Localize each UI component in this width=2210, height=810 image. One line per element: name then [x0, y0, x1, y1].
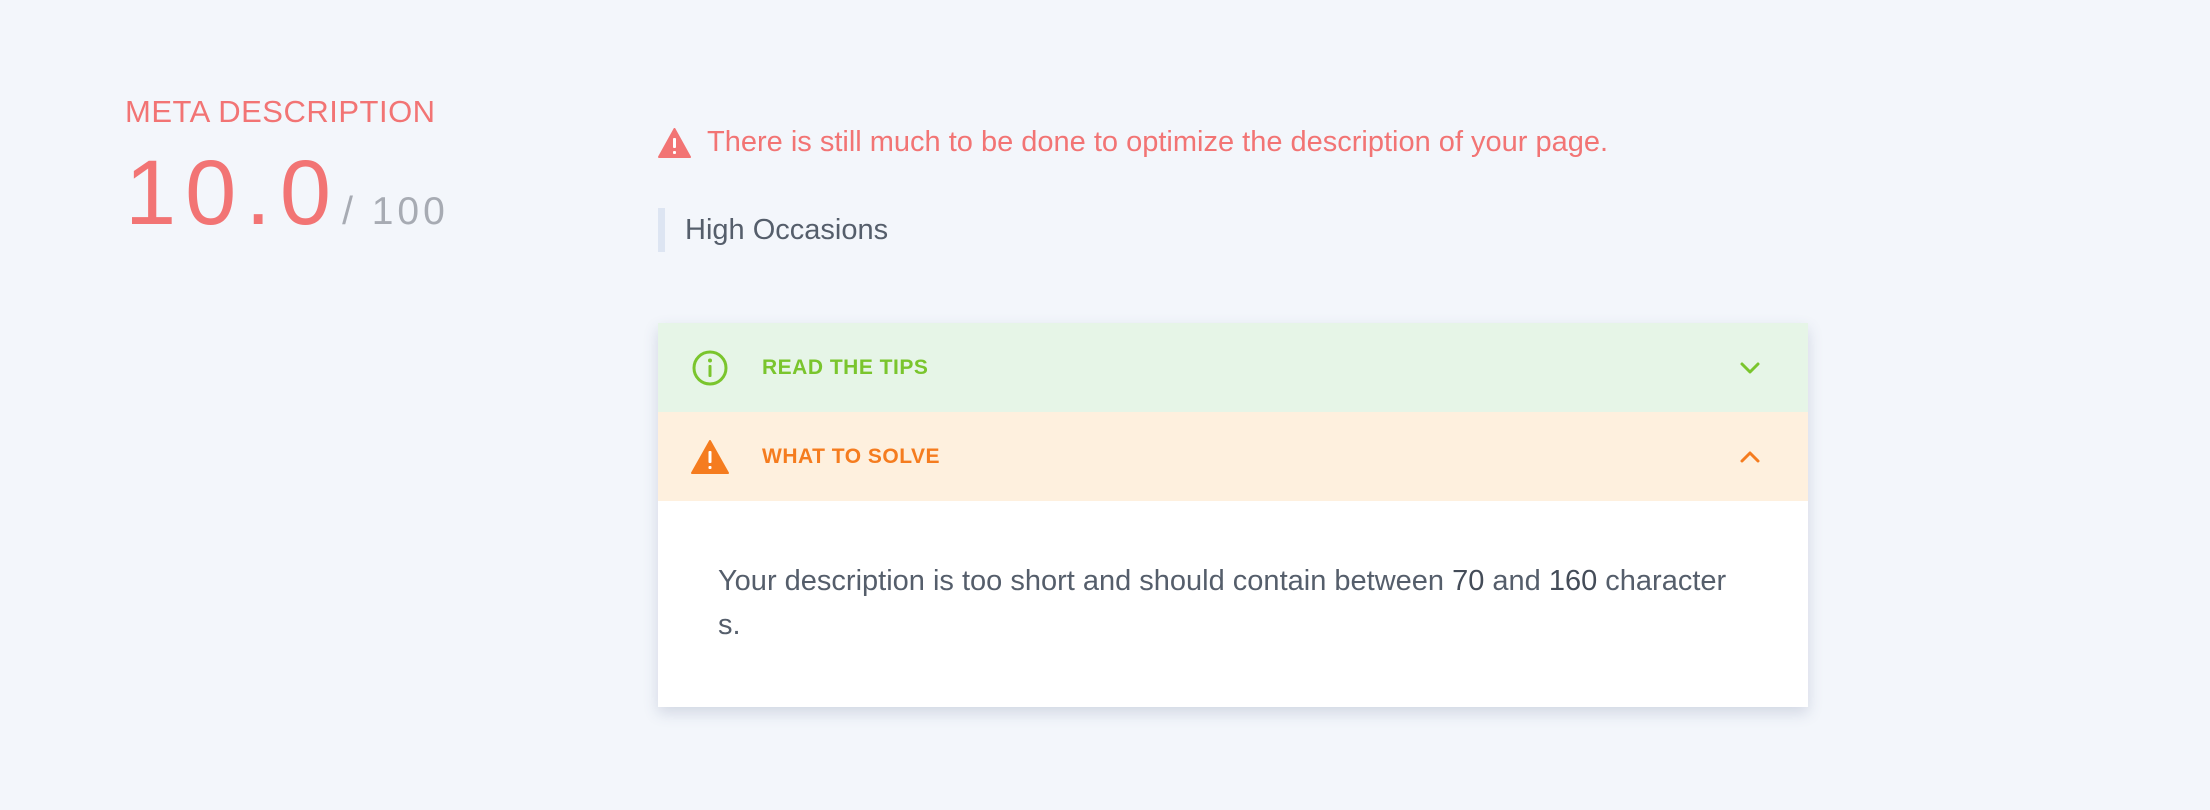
- min-characters: 70: [1452, 565, 1485, 597]
- what-to-solve-header[interactable]: WHAT TO SOLVE: [658, 412, 1808, 501]
- chevron-down-icon[interactable]: [1738, 356, 1762, 380]
- what-to-solve-title: WHAT TO SOLVE: [762, 444, 940, 468]
- info-circle-icon: [690, 348, 730, 388]
- score-value: 10.0: [125, 142, 341, 244]
- warning-triangle-icon: [690, 437, 730, 477]
- read-the-tips-header[interactable]: READ THE TIPS: [658, 323, 1808, 412]
- what-to-solve-body: Your description is too short and should…: [658, 501, 1808, 707]
- warning-triangle-icon: [658, 127, 691, 158]
- solve-text-middle: and: [1484, 565, 1549, 597]
- status-message: There is still much to be done to optimi…: [658, 126, 1608, 159]
- current-description: High Occasions: [658, 208, 888, 252]
- solve-text-before: Your description is too short and should…: [718, 565, 1453, 597]
- accordion: READ THE TIPS WHAT TO SOLVE Your descrip…: [658, 323, 1808, 707]
- max-characters: 160: [1548, 565, 1598, 597]
- chevron-up-icon[interactable]: [1738, 445, 1762, 469]
- score-max: / 100: [342, 190, 449, 233]
- score-row: 10.0 / 100: [125, 147, 525, 239]
- score-panel: META DESCRIPTION 10.0 / 100: [125, 96, 525, 239]
- read-the-tips-title: READ THE TIPS: [762, 355, 929, 379]
- score-label: META DESCRIPTION: [125, 94, 436, 129]
- status-text: There is still much to be done to optimi…: [707, 126, 1609, 158]
